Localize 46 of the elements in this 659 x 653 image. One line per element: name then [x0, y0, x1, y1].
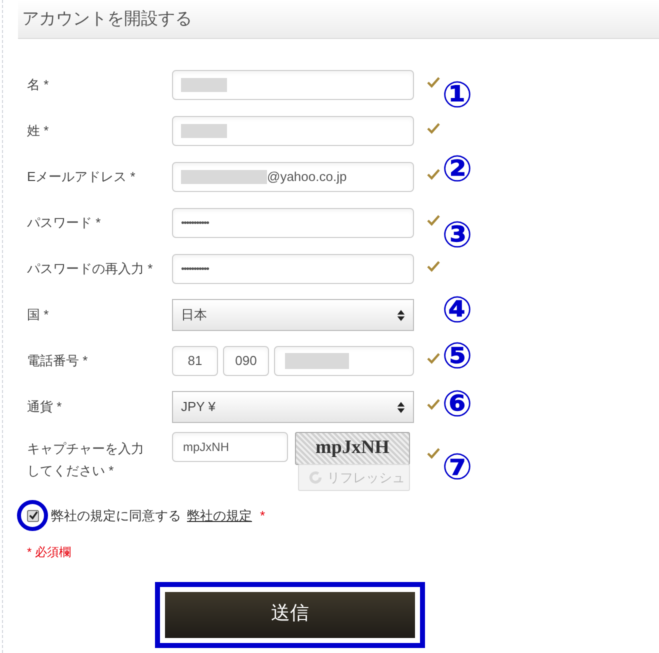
step-number: ⑥: [442, 387, 472, 423]
input-field[interactable]: mpJxNH: [172, 432, 288, 462]
submit-button[interactable]: 送信: [165, 592, 415, 638]
field-label: パスワード *: [27, 214, 102, 232]
field-label: パスワードの再入力 *: [27, 260, 154, 278]
input-field[interactable]: 090: [223, 346, 269, 376]
input-field[interactable]: [172, 116, 414, 146]
step-number: ①: [442, 78, 472, 114]
field-value: •••••••••••: [181, 262, 209, 276]
step-number: ⑦: [442, 450, 472, 486]
select-value: 日本: [181, 306, 207, 324]
sort-arrows-icon: [397, 310, 405, 320]
terms-link[interactable]: 弊社の規定: [187, 506, 252, 526]
field-label: キャプチャーを入力してください *: [27, 440, 145, 480]
field-value: 81: [188, 352, 202, 370]
field-label: 姓 *: [27, 122, 50, 140]
field-label: 通貨 *: [27, 398, 63, 416]
required-note: * 必須欄: [27, 544, 72, 558]
input-field[interactable]: 81: [172, 346, 218, 376]
field-label: 国 *: [27, 306, 50, 324]
field-label: Eメールアドレス *: [27, 168, 136, 186]
field-value: mpJxNH: [183, 439, 230, 456]
checkbox[interactable]: [27, 510, 39, 522]
required-mark: *: [260, 507, 266, 525]
field-value: •••••••••••: [181, 216, 209, 230]
select-dropdown[interactable]: JPY ¥: [172, 391, 414, 423]
step-number: ④: [442, 293, 472, 329]
field-value: 090: [235, 352, 257, 370]
refresh-icon: [308, 470, 323, 485]
input-field[interactable]: [172, 70, 414, 100]
select-dropdown[interactable]: 日本: [172, 299, 414, 331]
input-field[interactable]: @yahoo.co.jp: [172, 162, 414, 192]
terms-label: 弊社の規定に同意する: [51, 507, 181, 525]
captcha-text: mpJxNH: [316, 436, 390, 460]
field-label: 電話番号 *: [27, 352, 89, 370]
step-number: ③: [442, 218, 472, 254]
password-field[interactable]: •••••••••••: [172, 254, 414, 284]
field-label: 名 *: [27, 76, 50, 94]
page-title: アカウントを開設する: [22, 8, 192, 30]
sort-arrows-icon: [397, 402, 405, 412]
field-value: @yahoo.co.jp: [267, 168, 347, 186]
step-number: ②: [442, 152, 472, 188]
password-field[interactable]: •••••••••••: [172, 208, 414, 238]
input-field[interactable]: [274, 346, 414, 376]
step-number: ⑤: [442, 339, 472, 375]
select-value: JPY ¥: [181, 398, 216, 416]
